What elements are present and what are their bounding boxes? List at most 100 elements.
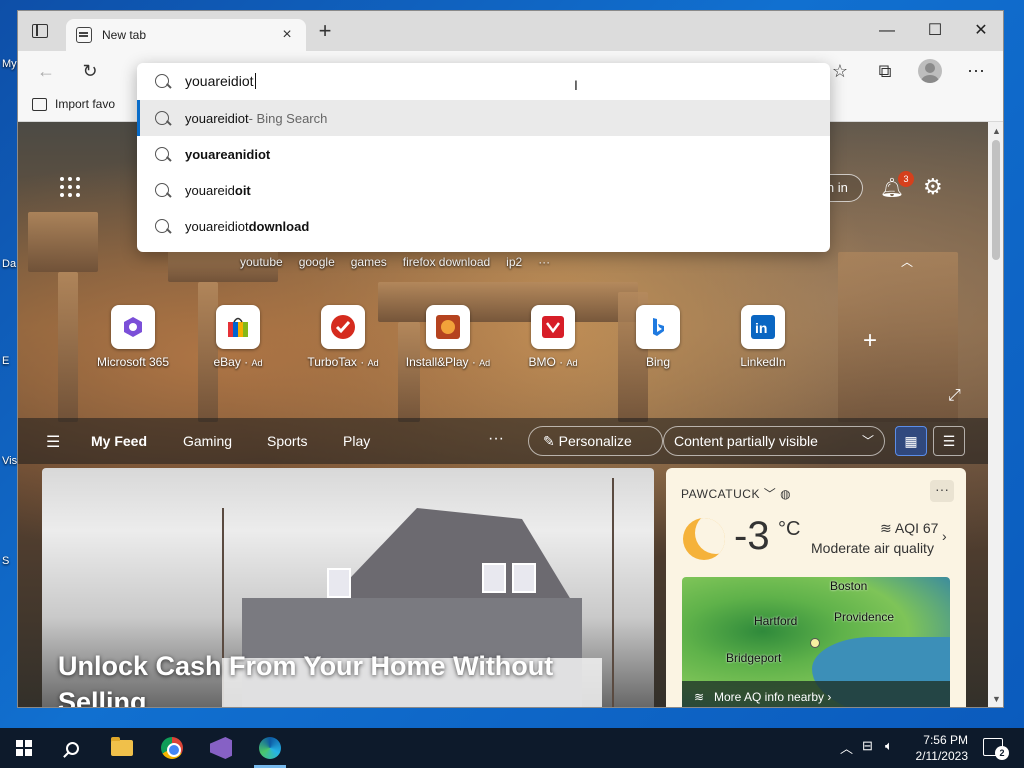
- page-settings-gear-icon[interactable]: ⚙: [923, 174, 943, 200]
- weather-card[interactable]: PAWCATUCK ﹀ ◍ ··· -3 °C ≋ AQI 67 Moderat…: [666, 468, 966, 707]
- more-tabs-icon[interactable]: ···: [488, 430, 504, 448]
- background-image: [838, 252, 958, 422]
- visual-studio-icon: [210, 737, 232, 759]
- hero-article-card[interactable]: Unlock Cash From Your Home Without Selli…: [42, 468, 654, 707]
- volume-icon[interactable]: 🔈︎: [885, 738, 893, 754]
- visual-studio-button[interactable]: [205, 734, 237, 762]
- chevron-down-icon: ﹀: [763, 487, 781, 501]
- suggestion-item[interactable]: youareidiot download: [137, 208, 830, 244]
- bmo-logo-icon: [542, 316, 564, 338]
- map-label-bridgeport: Bridgeport: [726, 651, 782, 665]
- trending-search-link[interactable]: youtube: [240, 255, 283, 269]
- quick-link-tile-install-play[interactable]: Install&Play · Ad: [403, 305, 493, 369]
- tab-strip: New tab × + — ☐ ✕: [18, 11, 1003, 51]
- scroll-up-arrow-icon[interactable]: ▲: [992, 126, 1001, 136]
- address-bar-query[interactable]: youareidiot: [185, 73, 254, 89]
- tab-actions-icon[interactable]: [32, 24, 48, 38]
- linkedin-logo-icon: in: [751, 315, 775, 339]
- page-scrollbar[interactable]: ▲ ▼: [988, 122, 1003, 707]
- system-clock[interactable]: 7:56 PM 2/11/2023: [910, 732, 969, 764]
- trending-search-link[interactable]: firefox download: [403, 255, 490, 269]
- trending-search-link[interactable]: games: [351, 255, 387, 269]
- feed-menu-icon[interactable]: ☰: [46, 432, 60, 452]
- favorites-icon[interactable]: ☆: [828, 59, 852, 83]
- suggestion-item[interactable]: youareanidiot: [137, 136, 830, 172]
- personalize-button[interactable]: ✎ Personalize: [528, 426, 663, 456]
- more-searches-icon[interactable]: ···: [538, 255, 550, 269]
- quick-link-tile-linkedin[interactable]: in LinkedIn: [718, 305, 808, 369]
- hero-article-title[interactable]: Unlock Cash From Your Home Without Selli…: [58, 648, 618, 707]
- start-button[interactable]: [8, 734, 40, 762]
- quick-link-tile-bmo[interactable]: BMO · Ad: [508, 305, 598, 369]
- tab-sports[interactable]: Sports: [267, 433, 307, 449]
- quick-link-tile-turbotax[interactable]: TurboTax · Ad: [298, 305, 388, 369]
- import-favorites-button[interactable]: Import favo: [32, 97, 115, 111]
- quick-link-tile-ebay[interactable]: eBay · Ad: [193, 305, 283, 369]
- chevron-right-icon[interactable]: ›: [942, 528, 947, 544]
- suggestion-text: youareidiot: [185, 218, 249, 234]
- edge-button[interactable]: [254, 734, 286, 762]
- suggestion-completion: download: [248, 218, 310, 234]
- weather-location[interactable]: PAWCATUCK ﹀ ◍: [681, 485, 791, 502]
- minimize-button[interactable]: —: [867, 19, 907, 43]
- scroll-down-arrow-icon[interactable]: ▼: [992, 694, 1001, 704]
- weather-temperature: -3: [734, 514, 770, 558]
- tab-gaming[interactable]: Gaming: [183, 433, 232, 449]
- expand-background-icon[interactable]: ⤢: [948, 387, 961, 405]
- windows-logo-icon: [16, 740, 32, 756]
- tab-play[interactable]: Play: [343, 433, 370, 449]
- tab-title: New tab: [102, 28, 147, 42]
- network-icon[interactable]: ⊟: [862, 738, 873, 754]
- file-explorer-button[interactable]: [106, 734, 138, 762]
- content-visibility-dropdown[interactable]: Content partially visible ﹀: [663, 426, 885, 456]
- aqi-icon: ≋: [880, 520, 895, 536]
- aqi-icon: ≋: [694, 690, 705, 704]
- show-hidden-icons-chevron-icon[interactable]: ︿: [840, 738, 853, 757]
- more-aq-info-link[interactable]: ≋ More AQ info nearby ›: [682, 681, 950, 707]
- weather-more-options-icon[interactable]: ···: [930, 480, 954, 502]
- air-quality-map[interactable]: Boston Hartford Providence Bridgeport ≋ …: [682, 577, 950, 707]
- scroll-thumb[interactable]: [992, 140, 1000, 260]
- collections-icon[interactable]: ⧉: [873, 59, 897, 83]
- add-site-plus-icon[interactable]: +: [863, 327, 877, 355]
- back-arrow-icon[interactable]: ←: [34, 59, 58, 83]
- chrome-button[interactable]: [156, 734, 188, 762]
- grid-layout-button[interactable]: ▦: [895, 426, 927, 456]
- address-bar-input[interactable]: youareidiot: [137, 63, 830, 99]
- refresh-icon[interactable]: ↻: [78, 59, 102, 83]
- quick-link-tile-microsoft-365[interactable]: Microsoft 365: [88, 305, 178, 369]
- list-layout-button[interactable]: ☰: [933, 426, 965, 456]
- maximize-button[interactable]: ☐: [915, 19, 955, 43]
- background-image: [28, 212, 98, 272]
- collapse-chevron-icon[interactable]: ︿: [901, 253, 913, 270]
- trending-search-link[interactable]: google: [299, 255, 335, 269]
- ebay-bag-icon: [228, 317, 248, 337]
- taskbar-search-button[interactable]: [56, 734, 88, 762]
- turbotax-check-icon: [331, 315, 355, 339]
- close-window-button[interactable]: ✕: [961, 19, 1001, 43]
- desktop-icon-label[interactable]: Da: [2, 258, 16, 270]
- tab-new-tab[interactable]: New tab ×: [66, 19, 306, 51]
- settings-more-icon[interactable]: ⋯: [964, 59, 988, 83]
- profile-avatar[interactable]: [918, 59, 942, 83]
- close-tab-icon[interactable]: ×: [278, 26, 296, 44]
- apps-launcher-icon[interactable]: [60, 177, 80, 197]
- new-tab-button[interactable]: +: [314, 20, 336, 43]
- desktop-icon-label[interactable]: S: [2, 555, 9, 567]
- suggestion-item[interactable]: youareidiot - Bing Search: [137, 100, 830, 136]
- quick-link-tile-bing[interactable]: Bing: [613, 305, 703, 369]
- trending-search-link[interactable]: ip2: [506, 255, 522, 269]
- suggestion-item[interactable]: youareid oit: [137, 172, 830, 208]
- text-caret: [254, 73, 256, 89]
- tab-my-feed[interactable]: My Feed: [91, 433, 147, 449]
- map-label-boston: Boston: [830, 579, 868, 593]
- suggestion-text: youareidiot: [185, 110, 249, 126]
- ad-label: Ad: [479, 358, 491, 368]
- tile-label: TurboTax: [307, 355, 357, 369]
- desktop-icon-label[interactable]: My: [2, 58, 17, 70]
- taskbar: ︿ ⊟ 🔈︎ 7:56 PM 2/11/2023 2: [0, 728, 1024, 768]
- map-label-providence: Providence: [834, 610, 895, 624]
- clock-time: 7:56 PM: [923, 733, 968, 747]
- desktop-icon-label[interactable]: E: [2, 355, 9, 367]
- desktop-icon-label[interactable]: Vis: [2, 455, 17, 467]
